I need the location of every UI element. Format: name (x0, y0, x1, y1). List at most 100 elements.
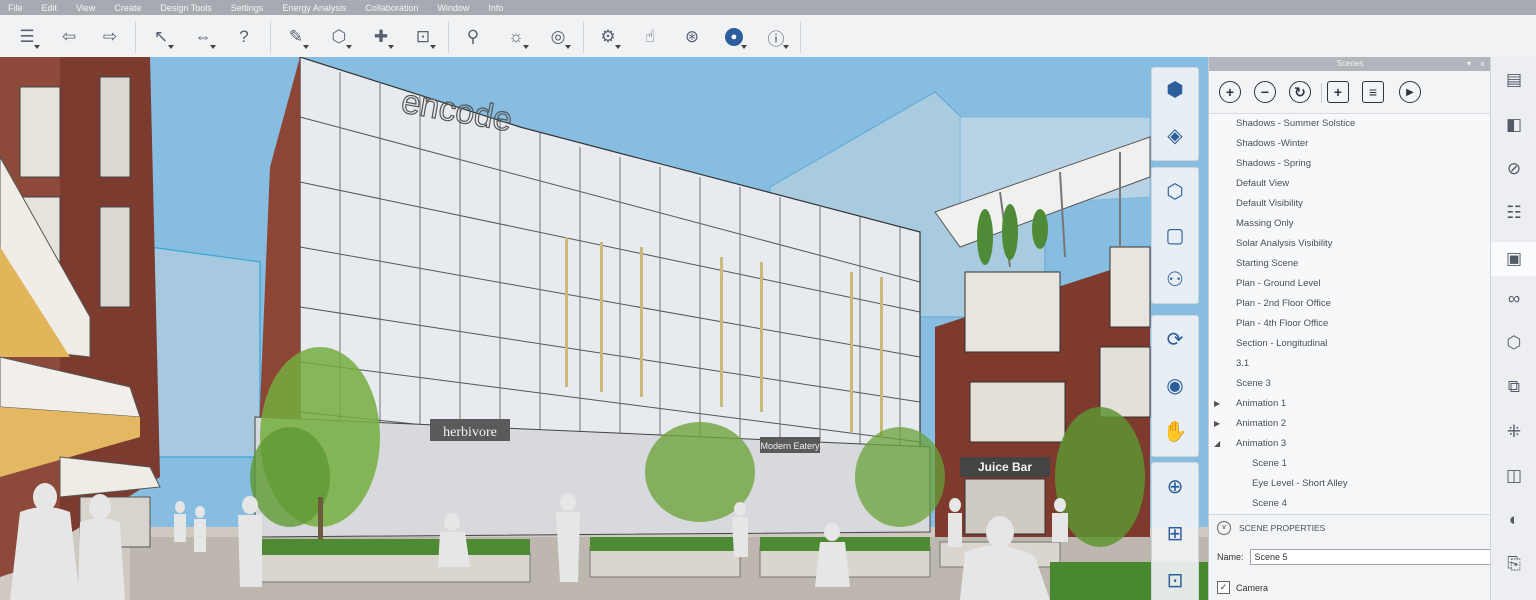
scene-item[interactable]: Shadows -Winter (1209, 134, 1491, 154)
pin-icon[interactable]: ⚲ (460, 24, 486, 50)
scene-item[interactable]: Plan - 2nd Floor Office (1209, 294, 1491, 314)
share-icon[interactable]: ⊛ (679, 24, 705, 50)
remove-scene-icon[interactable]: − (1254, 81, 1276, 103)
pan-hand-icon[interactable]: ✋ (1160, 416, 1190, 446)
scene-item[interactable]: Massing Only (1209, 214, 1491, 234)
menu-design-tools[interactable]: Design Tools (160, 3, 211, 13)
scene-render: herbivore Modern Eatery encode Juice Bar (0, 57, 1208, 600)
menu-edit[interactable]: Edit (42, 3, 58, 13)
scene-name-input[interactable] (1249, 549, 1503, 565)
scene-item[interactable]: 3.1 (1209, 354, 1491, 374)
layers-icon[interactable]: ☷ (1501, 200, 1527, 226)
add-scene-icon[interactable]: + (1219, 81, 1241, 103)
scene-item-label: Plan - 2nd Floor Office (1236, 298, 1331, 309)
section-cube-icon[interactable]: ◈ (1160, 120, 1190, 150)
3d-viewport[interactable]: herbivore Modern Eatery encode Juice Bar (0, 57, 1208, 600)
camera-checkbox[interactable]: ✓ (1217, 581, 1230, 594)
speed-icon[interactable]: ◎ (545, 24, 571, 50)
chevron-down-icon[interactable]: ∨ (1217, 521, 1231, 535)
scene-item-label: Scene 4 (1252, 498, 1287, 509)
materials-icon[interactable]: ◧ (1501, 112, 1527, 138)
scene-item-label: Massing Only (1236, 218, 1294, 229)
scene-list-icon[interactable]: ≡ (1362, 81, 1384, 103)
menu-file[interactable]: File (8, 3, 23, 13)
redo-icon[interactable]: ⇨ (97, 24, 123, 50)
paint-icon[interactable]: ✚ (368, 24, 394, 50)
menu-collaboration[interactable]: Collaboration (365, 3, 418, 13)
zoom-extents-icon[interactable]: ⊡ (1160, 565, 1190, 595)
view-cube-icon[interactable]: ⬢ (1160, 74, 1190, 104)
scenes-icon[interactable]: ▣ (1491, 242, 1536, 276)
add-animation-icon[interactable]: + (1327, 81, 1349, 103)
energy-icon[interactable]: ◐ (1501, 507, 1527, 533)
scene-item[interactable]: Plan - 4th Floor Office (1209, 314, 1491, 334)
select-icon[interactable]: ↖ (148, 24, 174, 50)
scene-item[interactable]: Default View (1209, 174, 1491, 194)
styles-icon[interactable]: ⊘ (1501, 156, 1527, 182)
scene-item[interactable]: ▶ Animation 1 (1209, 394, 1491, 414)
views-icon[interactable]: ∞ (1501, 286, 1527, 312)
scene-item[interactable]: Section - Longitudinal (1209, 334, 1491, 354)
menu-create[interactable]: Create (114, 3, 141, 13)
play-icon[interactable]: ▶ (1399, 81, 1421, 103)
scene-item[interactable]: Scene 1 (1209, 454, 1491, 474)
close-icon[interactable]: × (1480, 57, 1485, 71)
scene-item-label: Shadows - Spring (1236, 158, 1311, 169)
walk-icon[interactable]: ⚇ (1160, 264, 1190, 294)
camera-label: Camera (1236, 582, 1269, 593)
menu-window[interactable]: Window (437, 3, 469, 13)
expand-icon[interactable]: ▶ (1214, 394, 1220, 414)
zoom-window-icon[interactable]: ⊞ (1160, 518, 1190, 548)
expand-icon[interactable]: ◢ (1214, 434, 1220, 454)
properties-icon[interactable]: ▤ (1501, 67, 1527, 93)
shape-icon[interactable]: ⬡ (326, 24, 352, 50)
sections-icon[interactable]: ⧉ (1501, 374, 1527, 400)
components-icon[interactable]: ⬡ (1501, 330, 1527, 356)
draw-icon[interactable]: ✎ (283, 24, 309, 50)
measure-icon[interactable]: ⇔ (190, 24, 216, 50)
scene-item[interactable]: Shadows - Summer Solstice (1209, 114, 1491, 134)
look-around-icon[interactable]: ◉ (1160, 370, 1190, 400)
user-icon[interactable]: ● (721, 24, 747, 50)
camera-mode-group: ⬡ ▢ ⚇ (1151, 167, 1199, 304)
menu-view[interactable]: View (76, 3, 95, 13)
group-icon[interactable]: ⊡ (410, 24, 436, 50)
name-label: Name: (1217, 552, 1244, 562)
scene-item[interactable]: Default Visibility (1209, 194, 1491, 214)
menu-info[interactable]: Info (488, 3, 503, 13)
scene-item[interactable]: Scene 3 (1209, 374, 1491, 394)
zoom-group: ⊕ ⊞ ⊡ (1151, 462, 1199, 600)
scene-tools: + − ↻ + ≡ ▶ (1209, 71, 1491, 114)
scene-properties-header[interactable]: ∨ SCENE PROPERTIES (1209, 517, 1491, 539)
perspective-cube-icon[interactable]: ⬡ (1160, 176, 1190, 206)
library-icon[interactable]: ◫ (1501, 463, 1527, 489)
zoom-in-icon[interactable]: ⊕ (1160, 471, 1190, 501)
help-icon[interactable]: ? (231, 24, 257, 50)
scene-item[interactable]: ▶ Animation 2 (1209, 414, 1491, 434)
scene-item[interactable]: Solar Analysis Visibility (1209, 234, 1491, 254)
scenes-panel: Scenes ▾ × + − ↻ + ≡ ▶ Shadows - Summer … (1208, 57, 1503, 600)
network-icon[interactable]: ⁜ (1501, 419, 1527, 445)
scene-item[interactable]: Scene 4 (1209, 494, 1491, 514)
expand-icon[interactable]: ▶ (1214, 414, 1220, 434)
scene-item[interactable]: Eye Level - Short Alley (1209, 474, 1491, 494)
view-cube-group: ⬢ ◈ (1151, 67, 1199, 161)
scene-properties-title: SCENE PROPERTIES (1239, 523, 1326, 533)
pin-icon[interactable]: ▾ (1467, 57, 1471, 71)
sun-icon[interactable]: ☼ (503, 24, 529, 50)
scene-item[interactable]: Plan - Ground Level (1209, 274, 1491, 294)
scene-item[interactable]: Shadows - Spring (1209, 154, 1491, 174)
orbit-icon[interactable]: ⟳ (1160, 324, 1190, 354)
scene-item[interactable]: Starting Scene (1209, 254, 1491, 274)
menu-settings[interactable]: Settings (231, 3, 264, 13)
menu-icon[interactable]: ☰ (14, 24, 40, 50)
settings-icon[interactable]: ⚙ (595, 24, 621, 50)
scene-item[interactable]: ◢ Animation 3 (1209, 434, 1491, 454)
hand-icon[interactable]: ☝ (637, 24, 663, 50)
menu-energy-analysis[interactable]: Energy Analysis (282, 3, 346, 13)
capture-icon[interactable]: ⎘ (1501, 551, 1527, 577)
ortho-cube-icon[interactable]: ▢ (1160, 220, 1190, 250)
update-scene-icon[interactable]: ↻ (1289, 81, 1311, 103)
info-icon[interactable]: ⓘ (763, 24, 789, 50)
undo-icon[interactable]: ⇦ (56, 24, 82, 50)
